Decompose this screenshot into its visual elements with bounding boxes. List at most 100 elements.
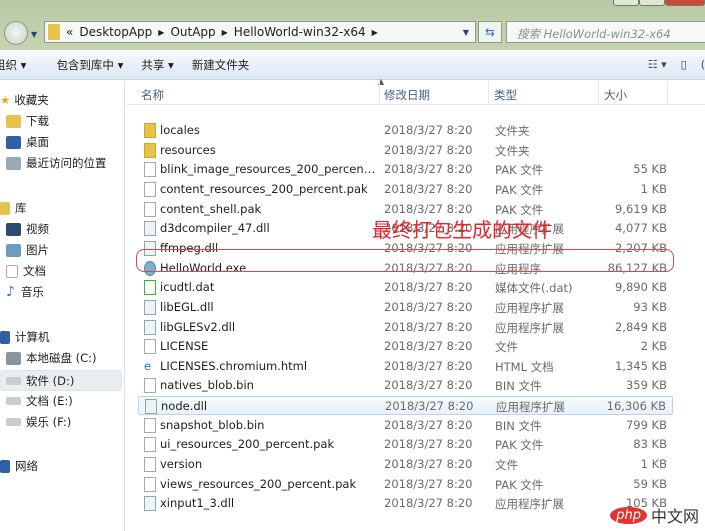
search-input[interactable]: 搜索 HelloWorld-win32-x64 (506, 21, 705, 43)
file-name: LICENSE (160, 339, 209, 354)
file-name: LICENSES.chromium.html (160, 358, 308, 373)
file-date: 2018/3/27 8:20 (384, 181, 473, 196)
file-row[interactable]: content_resources_200_percent.pak 2018/3/… (138, 180, 673, 199)
file-size: 55 KB (633, 162, 667, 177)
preview-pane-icon[interactable]: ▯ (681, 58, 687, 71)
file-name: natives_blob.bin (160, 378, 254, 393)
address-dropdown-icon[interactable]: ▼ (463, 28, 469, 37)
address-bar[interactable]: « DesktopApp ▶ OutApp ▶ HelloWorld-win32-x… (44, 21, 476, 43)
breadcrumb-desktopapp[interactable]: DesktopApp (79, 25, 152, 39)
file-name: node.dll (161, 399, 208, 414)
label: 桌面 (26, 135, 49, 149)
chevron-right-icon[interactable]: ▶ (222, 28, 228, 37)
navigation-pane: ★ 收藏夹 下载 桌面 最近访问的位置 库 视频 图片 文档 ♪ 音乐 计算机 本地… (0, 81, 125, 531)
file-row[interactable]: xinput1_3.dll 2018/3/27 8:20 应用程序扩展 105 KB (138, 494, 673, 513)
file-row[interactable]: icudtl.dat 2018/3/27 8:20 媒体文件(.dat) 9,890 … (138, 278, 673, 297)
file-type: BIN 文件 (495, 418, 542, 433)
sidebar-documents[interactable]: 文档 (6, 263, 46, 279)
file-row[interactable]: resources 2018/3/27 8:20 文件夹 (138, 141, 673, 160)
chevron-right-icon[interactable]: ▶ (158, 28, 164, 37)
file-row[interactable]: natives_blob.bin 2018/3/27 8:20 BIN 文件 359 … (138, 376, 673, 395)
breadcrumb-helloworld[interactable]: HelloWorld-win32-x64 (234, 25, 366, 39)
breadcrumb-outapp[interactable]: OutApp (170, 25, 215, 39)
column-size[interactable]: 大小 (604, 87, 627, 103)
sidebar-desktop[interactable]: 桌面 (6, 134, 49, 150)
sidebar-drive-e[interactable]: 文档 (E:) (6, 393, 73, 409)
file-size: 59 KB (633, 476, 667, 491)
file-icon (144, 201, 156, 217)
sidebar-music[interactable]: ♪ 音乐 (6, 284, 44, 300)
minimize-button[interactable] (613, 0, 639, 6)
column-divider[interactable] (488, 81, 489, 105)
sidebar-favorites[interactable]: ★ 收藏夹 (0, 92, 49, 108)
breadcrumb-overflow[interactable]: « (66, 25, 73, 39)
label: 文档 (23, 264, 46, 278)
sidebar-network[interactable]: 网络 (0, 458, 38, 474)
file-row[interactable]: ui_resources_200_percent.pak 2018/3/27 8:… (138, 435, 673, 454)
file-type: 文件夹 (495, 143, 530, 158)
sidebar-libraries[interactable]: 库 (0, 200, 27, 216)
dll-icon (145, 399, 157, 415)
column-divider[interactable] (379, 81, 380, 105)
file-row[interactable]: libGLESv2.dll 2018/3/27 8:20 应用程序扩展 2,849 K… (138, 318, 673, 337)
file-row[interactable]: locales 2018/3/27 8:20 文件夹 (138, 121, 673, 140)
watermark-logo: php (610, 506, 647, 524)
file-type: 文件夹 (495, 124, 530, 138)
forward-button[interactable] (4, 21, 28, 45)
file-type: 应用程序扩展 (495, 300, 564, 315)
sidebar-drive-c[interactable]: 本地磁盘 (C:) (6, 350, 97, 366)
help-icon[interactable]: ( (701, 58, 705, 71)
file-icon (144, 437, 156, 453)
sidebar-drive-d[interactable]: 软件 (D:) (0, 370, 122, 391)
sidebar-drive-f[interactable]: 娱乐 (F:) (6, 414, 71, 430)
chevron-right-icon[interactable]: ▶ (372, 28, 378, 37)
history-dropdown-icon[interactable]: ▼ (31, 30, 37, 39)
file-row[interactable]: node.dll 2018/3/27 8:20 应用程序扩展 16,306 KB (138, 396, 673, 416)
sidebar-computer[interactable]: 计算机 (0, 329, 50, 345)
drive-icon (6, 418, 21, 426)
file-row[interactable]: snapshot_blob.bin 2018/3/27 8:20 BIN 文件 799… (138, 416, 673, 435)
media-icon (144, 280, 156, 296)
sidebar-pictures[interactable]: 图片 (6, 242, 49, 258)
file-name: blink_image_resources_200_percent.pak (160, 162, 378, 177)
maximize-button[interactable] (639, 0, 665, 6)
file-row[interactable]: libEGL.dll 2018/3/27 8:20 应用程序扩展 93 KB (138, 298, 673, 317)
file-type: 文件 (495, 458, 518, 473)
file-row[interactable]: e LICENSES.chromium.html 2018/3/27 8:20 HTM… (138, 357, 673, 376)
new-folder-button[interactable]: 新建文件夹 (192, 57, 250, 73)
refresh-button[interactable]: ⇆ (478, 21, 502, 43)
file-row[interactable]: version 2018/3/27 8:20 文件 1 KB (138, 455, 673, 474)
sidebar-videos[interactable]: 视频 (6, 221, 49, 237)
file-icon (144, 181, 156, 197)
organize-button[interactable]: 组织 ▾ (0, 57, 26, 73)
file-icon (144, 162, 156, 178)
include-in-library-button[interactable]: 包含到库中 ▾ (56, 57, 123, 73)
system-drive-icon (6, 351, 21, 365)
sidebar-recent[interactable]: 最近访问的位置 (6, 155, 107, 171)
file-type: 应用程序扩展 (496, 400, 565, 415)
share-button[interactable]: 共享 ▾ (141, 57, 173, 73)
file-row[interactable]: blink_image_resources_200_percent.pak 201… (138, 160, 673, 179)
file-date: 2018/3/27 8:20 (384, 496, 473, 511)
column-divider[interactable] (667, 81, 668, 105)
view-options-icon[interactable]: ☷ ▾ (648, 58, 667, 71)
column-name[interactable]: 名称 (141, 87, 164, 103)
file-row[interactable]: LICENSE 2018/3/27 8:20 文件 2 KB (138, 337, 673, 356)
file-type: 应用程序扩展 (495, 497, 564, 512)
column-divider[interactable] (598, 81, 599, 105)
label: 最近访问的位置 (26, 156, 107, 170)
music-icon: ♪ (6, 284, 15, 300)
column-type[interactable]: 类型 (494, 87, 517, 103)
column-date[interactable]: 修改日期 (384, 87, 430, 103)
file-icon (144, 339, 156, 355)
close-button[interactable] (665, 0, 705, 6)
label: 软件 (D:) (26, 373, 75, 388)
label: 收藏夹 (14, 93, 49, 107)
dll-icon (144, 496, 156, 512)
file-row[interactable]: views_resources_200_percent.pak 2018/3/27… (138, 475, 673, 494)
picture-icon (6, 243, 21, 257)
file-icon (144, 378, 156, 394)
sidebar-downloads[interactable]: 下载 (6, 113, 49, 129)
file-size: 83 KB (633, 437, 667, 452)
drive-icon (6, 376, 21, 385)
